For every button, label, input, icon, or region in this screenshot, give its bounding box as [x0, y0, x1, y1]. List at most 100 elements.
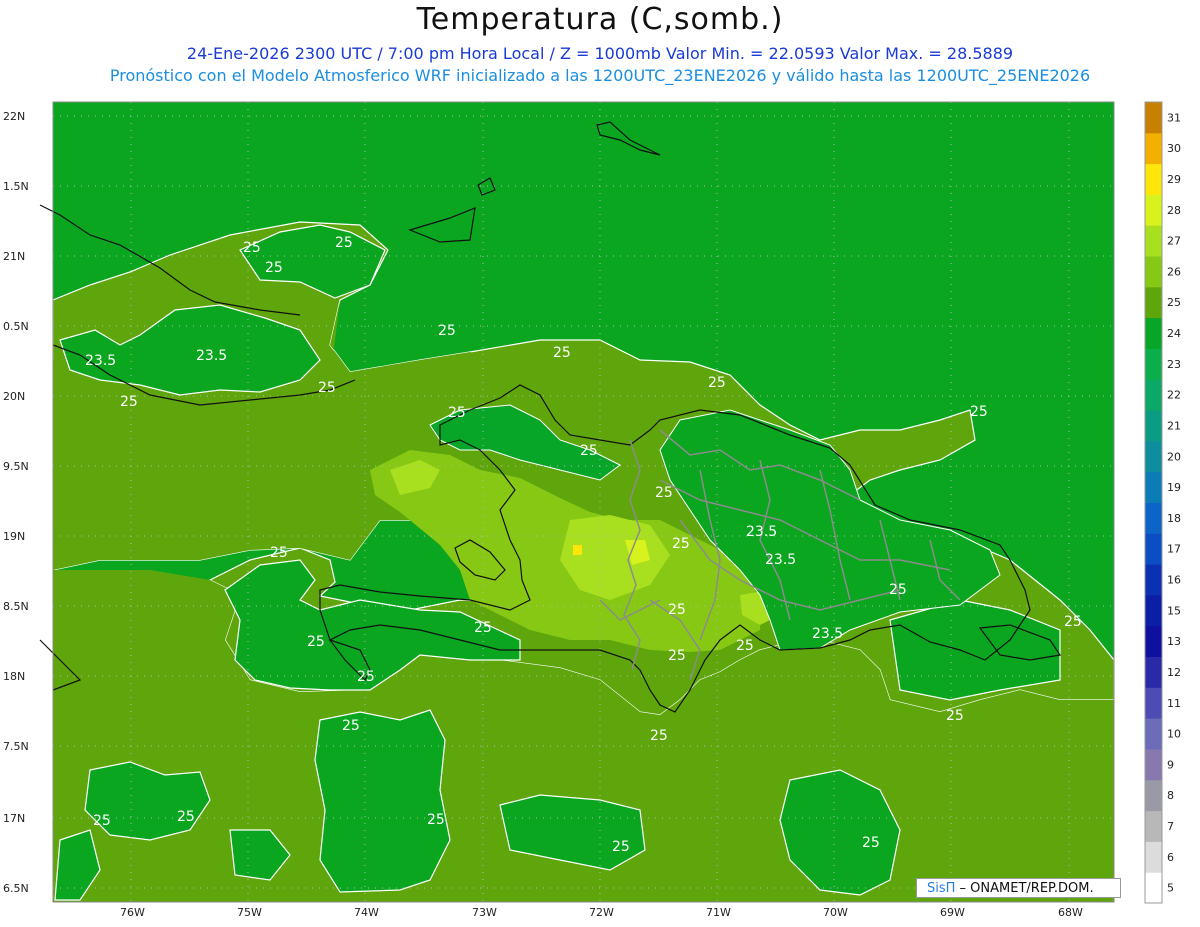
contour-label: 25 [335, 235, 353, 251]
colorbar-label: 7 [1167, 820, 1174, 833]
contour-label: 25 [93, 813, 111, 829]
lon-label: 71W [706, 906, 731, 919]
contour-label: 25 [736, 638, 754, 654]
colorbar-label: 8 [1167, 789, 1174, 802]
contour-label: 25 [946, 708, 964, 724]
colorbar-swatch [1145, 317, 1162, 349]
contour-label: 23.5 [746, 524, 777, 540]
contour-label: 25 [668, 648, 686, 664]
temperature-map: 22N 1.5N 21N 0.5N 20N 9.5N 19N 8.5N 18N … [3, 101, 1181, 919]
contour-label: 25 [243, 240, 261, 256]
lat-label: 19N [3, 530, 25, 543]
contour-label: 23.5 [812, 626, 843, 642]
colorbar-label: 13 [1167, 635, 1181, 648]
lat-label: 21N [3, 250, 25, 263]
contour-label: 25 [438, 323, 456, 339]
contour-label: 25 [580, 443, 598, 459]
lat-label: 0.5N [3, 320, 29, 333]
colorbar-label: 10 [1167, 728, 1181, 741]
colorbar-label: 15 [1167, 604, 1181, 617]
lat-label: 20N [3, 390, 25, 403]
contour-label: 25 [177, 809, 195, 825]
colorbar-label: 17 [1167, 543, 1181, 556]
colorbar-label: 20 [1167, 450, 1181, 463]
colorbar-swatch [1145, 225, 1162, 257]
contour-label: 25 [318, 380, 336, 396]
colorbar-label: 9 [1167, 758, 1174, 771]
contour-label: 25 [668, 602, 686, 618]
colorbar-swatch [1145, 810, 1162, 842]
contour-label: 25 [307, 634, 325, 650]
contour-label: 25 [448, 405, 466, 421]
colorbar-label: 12 [1167, 666, 1181, 679]
colorbar-swatch [1145, 348, 1162, 380]
colorbar-label: 19 [1167, 481, 1181, 494]
colorbar-swatch [1145, 687, 1162, 719]
contour-label: 25 [708, 375, 726, 391]
colorbar-label: 6 [1167, 851, 1174, 864]
contour-label: 25 [862, 835, 880, 851]
colorbar-label: 21 [1167, 420, 1181, 433]
colorbar: 5 6 7 8 9 10 11 12 13 15 16 17 18 19 20 21 22 23 24 25 26 27 2… [1144, 101, 1181, 904]
colorbar-swatch [1145, 440, 1162, 473]
lon-label: 68W [1058, 906, 1083, 919]
colorbar-label: 26 [1167, 265, 1181, 278]
lon-label: 76W [120, 906, 145, 919]
lat-label: 9.5N [3, 460, 29, 473]
contour-label: 25 [427, 812, 445, 828]
colorbar-label: 16 [1167, 574, 1181, 587]
latitude-labels: 22N 1.5N 21N 0.5N 20N 9.5N 19N 8.5N 18N … [3, 110, 29, 895]
credit-box: SisΠ – ONAMET/REP.DOM. [916, 878, 1121, 898]
colorbar-swatch [1145, 718, 1162, 750]
colorbar-label: 29 [1167, 173, 1181, 186]
contour-label: 25 [672, 536, 690, 552]
lon-label: 72W [589, 906, 614, 919]
lat-label: 1.5N [3, 180, 29, 193]
colorbar-swatch [1145, 841, 1162, 873]
lat-label: 6.5N [3, 882, 29, 895]
colorbar-label: 27 [1167, 235, 1181, 248]
contour-label: 25 [357, 669, 375, 685]
colorbar-label: 22 [1167, 389, 1181, 402]
lon-label: 69W [940, 906, 965, 919]
lat-label: 8.5N [3, 600, 29, 613]
contour-label: 25 [650, 728, 668, 744]
lat-label: 7.5N [3, 740, 29, 753]
contour-label: 23.5 [765, 552, 796, 568]
colorbar-label: 25 [1167, 296, 1181, 309]
contour-label: 25 [970, 404, 988, 420]
colorbar-label: 18 [1167, 512, 1181, 525]
lat-label: 18N [3, 670, 25, 683]
contour-label: 25 [889, 582, 907, 598]
contour-label: 23.5 [196, 348, 227, 364]
contour-label: 25 [553, 345, 571, 361]
colorbar-label: 23 [1167, 358, 1181, 371]
colorbar-label: 11 [1167, 697, 1181, 710]
colorbar-swatch [1145, 872, 1162, 904]
colorbar-swatch [1145, 533, 1162, 565]
lon-label: 74W [354, 906, 379, 919]
colorbar-label: 30 [1167, 142, 1181, 155]
lon-label: 75W [237, 906, 262, 919]
lon-label: 73W [472, 906, 497, 919]
sispi-logo: SisΠ [927, 881, 956, 896]
colorbar-swatch [1145, 502, 1162, 534]
credit-text: – ONAMET/REP.DOM. [955, 881, 1094, 896]
contour-label: 25 [612, 839, 630, 855]
contour-label: 25 [655, 485, 673, 501]
contour-label: 23.5 [85, 353, 116, 369]
colorbar-swatch [1145, 471, 1162, 503]
colorbar-label: 5 [1167, 882, 1174, 895]
colorbar-swatch [1145, 286, 1162, 319]
contour-label: 25 [474, 620, 492, 636]
contour-label: 25 [265, 260, 283, 276]
contour-label: 25 [120, 394, 138, 410]
colorbar-swatch [1145, 749, 1162, 781]
contour-label: 25 [270, 545, 288, 561]
colorbar-swatch [1145, 102, 1162, 134]
colorbar-swatch [1145, 410, 1162, 442]
colorbar-swatch [1145, 379, 1162, 411]
colorbar-swatch [1145, 625, 1162, 657]
lat-label: 17N [3, 812, 25, 825]
contour-label: 25 [342, 718, 360, 734]
